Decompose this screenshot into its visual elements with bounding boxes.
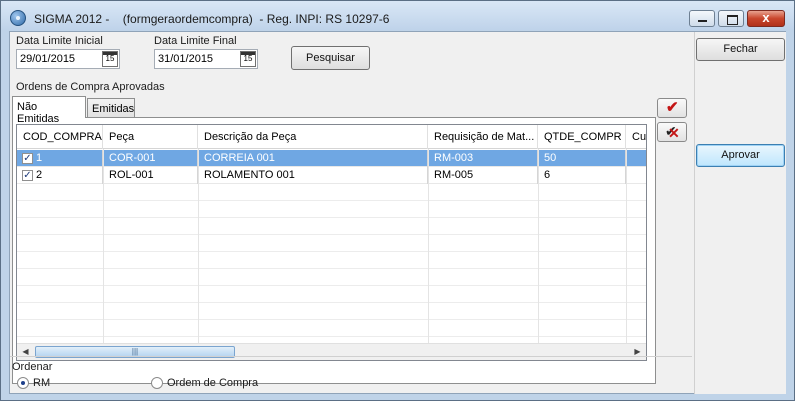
order-label: Ordenar [12,361,53,373]
start-date-picker[interactable]: 29/01/2015 15 [16,49,120,69]
column-header[interactable]: Peça [103,125,198,149]
empty-row [17,218,646,235]
order-purchase-label[interactable]: Ordem de Compra [167,377,258,389]
empty-row [17,286,646,303]
cell-text: 2 [36,169,43,181]
empty-row [17,252,646,269]
end-date-picker[interactable]: 31/01/2015 15 [154,49,258,69]
column-header[interactable]: COD_COMPRA [17,125,103,149]
close-icon: x [762,10,770,25]
check-all-button[interactable]: ✔ [657,98,687,118]
section-label: Ordens de Compra Aprovadas [16,81,165,93]
table-cell: ROLAMENTO 001 [198,167,428,184]
close-window-button[interactable]: x [747,10,785,27]
approve-button[interactable]: Aprovar [696,144,785,167]
empty-row [17,269,646,286]
table-cell [626,167,646,184]
client-area: Data Limite Inicial 29/01/2015 15 Data L… [9,31,786,394]
row-checkbox[interactable]: ✓ [22,153,33,164]
app-icon [10,10,26,26]
table-row[interactable]: ✓ 1 COR-001 CORREIA 001 RM-003 50 [17,150,646,167]
table-cell: 6 [538,167,626,184]
end-date-value: 31/01/2015 [158,53,214,65]
column-header[interactable]: QTDE_COMPR [538,125,626,149]
empty-row [17,184,646,201]
table-cell: ✓ 2 [17,167,103,184]
column-divider [626,149,627,344]
end-date-label: Data Limite Final [154,35,237,47]
empty-row [17,201,646,218]
table-cell: CORREIA 001 [198,150,428,167]
start-date-label: Data Limite Inicial [16,35,103,47]
column-header[interactable]: Descrição da Peça [198,125,428,149]
window-title: SIGMA 2012 - (formgeraordemcompra) - Reg… [34,12,390,26]
uncheck-all-button[interactable]: ✔ ✕ [657,122,687,142]
check-icon: ✔ [666,99,679,116]
column-divider [198,149,199,344]
table-cell: RM-003 [428,150,538,167]
cell-text: 1 [36,152,43,164]
minimize-button[interactable] [689,10,715,27]
close-button[interactable]: Fechar [696,38,785,61]
table-cell: COR-001 [103,150,198,167]
orders-grid[interactable]: COD_COMPRA Peça Descrição da Peça Requis… [16,124,647,361]
row-checkbox[interactable]: ✓ [22,170,33,181]
order-rm-radio[interactable] [17,377,29,389]
action-sidebar: Fechar Aprovar [694,32,786,394]
column-header[interactable]: Cu [626,125,646,149]
order-rm-label[interactable]: RM [33,377,50,389]
maximize-button[interactable] [718,10,744,27]
column-divider [103,149,104,344]
tab-nao-emitidas[interactable]: Não Emitidas [12,96,86,125]
grid-header: COD_COMPRA Peça Descrição da Peça Requis… [17,125,646,149]
search-button[interactable]: Pesquisar [291,46,370,70]
calendar-icon[interactable]: 15 [102,51,118,67]
table-row[interactable]: ✓ 2 ROL-001 ROLAMENTO 001 RM-005 6 [17,167,646,184]
table-cell: ROL-001 [103,167,198,184]
table-cell: ✓ 1 [17,150,103,167]
tab-panel: COD_COMPRA Peça Descrição da Peça Requis… [12,117,656,384]
tab-emitidas[interactable]: Emitidas [87,98,135,118]
order-purchase-radio[interactable] [151,377,163,389]
cross-icon: ✕ [668,125,680,141]
title-bar[interactable]: SIGMA 2012 - (formgeraordemcompra) - Reg… [1,1,794,30]
table-cell [626,150,646,167]
column-header[interactable]: Requisição de Mat... [428,125,538,149]
table-cell: 50 [538,150,626,167]
empty-row [17,303,646,320]
empty-row [17,320,646,337]
order-group: Ordenar RM Ordem de Compra [10,356,692,394]
column-divider [538,149,539,344]
empty-row [17,235,646,252]
main-window: SIGMA 2012 - (formgeraordemcompra) - Reg… [0,0,795,401]
table-cell: RM-005 [428,167,538,184]
column-divider [428,149,429,344]
start-date-value: 29/01/2015 [20,53,76,65]
calendar-icon[interactable]: 15 [240,51,256,67]
